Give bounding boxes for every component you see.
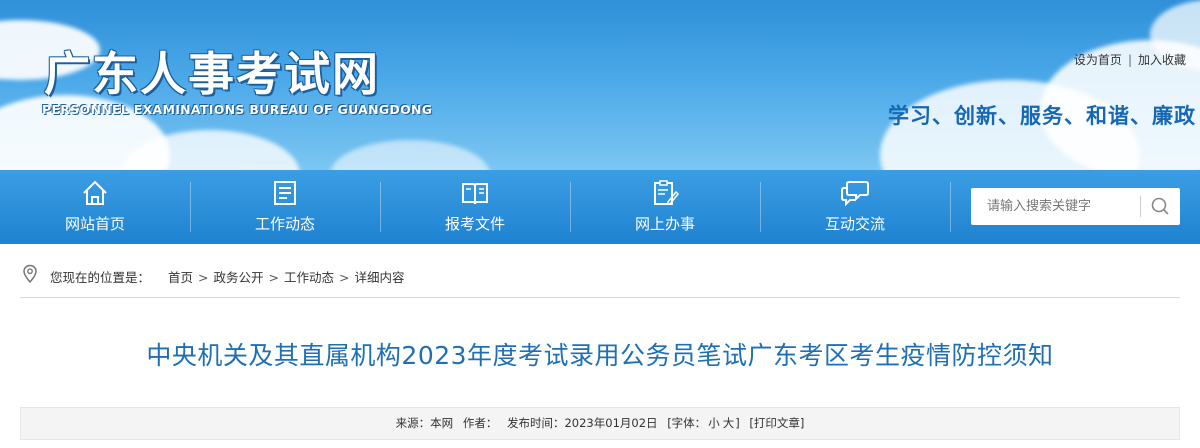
- nav-item-online-services[interactable]: 网上办事: [570, 170, 760, 244]
- header-banner: 广东人事考试网 PERSONNEL EXAMINATIONS BUREAU OF…: [0, 0, 1200, 170]
- open-book-icon: [462, 183, 488, 205]
- font-size-close: ]: [735, 416, 740, 430]
- nav-item-label: 网站首页: [64, 215, 125, 233]
- breadcrumb-separator: >: [268, 270, 279, 285]
- nav-item-label: 工作动态: [254, 215, 315, 233]
- article-date: 发布时间：2023年01月02日: [506, 416, 658, 430]
- search-button[interactable]: [1141, 188, 1180, 225]
- site-logo-title[interactable]: 广东人事考试网: [44, 38, 380, 104]
- breadcrumb-trail: 首页 > 政务公开 > 工作动态 > 详细内容: [168, 267, 405, 286]
- location-pin-icon: [23, 264, 37, 284]
- top-links-separator: |: [1127, 53, 1132, 67]
- print-article-button[interactable]: [打印文章]: [749, 416, 804, 430]
- set-home-link[interactable]: 设为首页: [1074, 53, 1122, 67]
- site-logo-subtitle: PERSONNEL EXAMINATIONS BUREAU OF GUANGDO…: [42, 102, 433, 117]
- breadcrumb-item-government-affairs[interactable]: 政务公开: [214, 270, 264, 285]
- article-title: 中央机关及其直属机构2023年度考试录用公务员笔试广东考区考生疫情防控须知: [146, 341, 1054, 370]
- breadcrumb-item-current: 详细内容: [354, 270, 405, 285]
- breadcrumb-item-home[interactable]: 首页: [168, 270, 193, 285]
- font-size-label: [字体：: [667, 416, 707, 430]
- nav-item-label: 互动交流: [824, 215, 885, 233]
- nav-divider: [950, 182, 951, 232]
- nav-item-home[interactable]: 网站首页: [0, 170, 190, 244]
- search-input[interactable]: [971, 188, 1139, 225]
- news-list-icon: [274, 181, 296, 205]
- search-box: [971, 188, 1180, 225]
- nav-item-interaction[interactable]: 互动交流: [760, 170, 950, 244]
- nav-item-label: 网上办事: [634, 215, 695, 233]
- add-favorite-link[interactable]: 加入收藏: [1138, 53, 1186, 67]
- breadcrumb-separator: >: [339, 270, 350, 285]
- breadcrumb-item-work-news[interactable]: 工作动态: [284, 270, 334, 285]
- article-source: 来源：本网: [395, 416, 454, 430]
- top-links: 设为首页 | 加入收藏: [1074, 51, 1186, 68]
- breadcrumb: 您现在的位置是： 首页 > 政务公开 > 工作动态 > 详细内容: [20, 256, 1180, 298]
- font-small-button[interactable]: 小: [708, 416, 720, 430]
- breadcrumb-prefix: 您现在的位置是：: [50, 270, 151, 285]
- home-icon: [83, 180, 107, 205]
- breadcrumb-separator: >: [198, 270, 209, 285]
- font-large-button[interactable]: 大: [723, 416, 735, 430]
- font-size-control: [字体：小大]: [667, 416, 740, 430]
- site-slogan: 学习、创新、服务、和谐、廉政: [888, 104, 1196, 128]
- article-meta-bar: 来源：本网 作者： 发布时间：2023年01月02日 [字体：小大] [打印文章…: [20, 407, 1180, 440]
- search-icon: [1151, 197, 1169, 215]
- banner-cloud: [330, 140, 490, 170]
- nav-item-work-news[interactable]: 工作动态: [190, 170, 380, 244]
- nav-item-exam-documents[interactable]: 报考文件: [380, 170, 570, 244]
- chat-bubbles-icon: [841, 181, 869, 207]
- article-author: 作者：: [462, 416, 498, 430]
- nav-item-label: 报考文件: [444, 215, 505, 233]
- clipboard-edit-icon: [654, 180, 680, 205]
